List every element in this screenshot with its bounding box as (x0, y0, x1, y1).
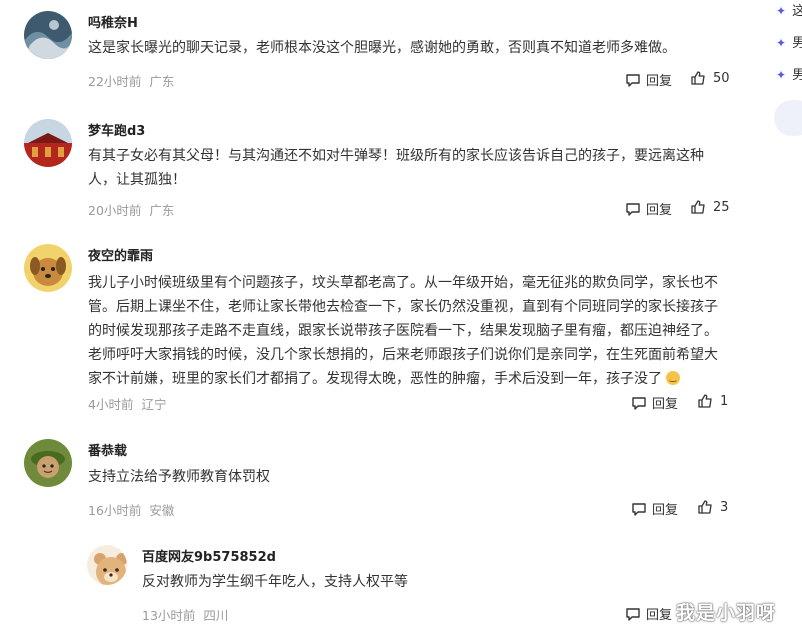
cartoon-character-avatar-icon (24, 439, 72, 487)
like-count: 3 (720, 499, 729, 515)
comment-bubble-icon (626, 202, 640, 216)
red-building-avatar-icon (24, 119, 72, 167)
comment-text-line: 我儿子小时候班级里有个问题孩子，坟头草都老高了。从一年级开始，毫无征兆的欺负同学… (88, 275, 718, 291)
comment-text-line: 管。后期上课坐不住，老师让家长带他去检查一下，家长仍然没重视，直到有个同班同学的… (88, 299, 718, 315)
reply-button[interactable]: 回复 (631, 393, 678, 412)
comment-bubble-icon (632, 502, 646, 516)
reply-button[interactable]: 回复 (625, 604, 672, 623)
thumbs-up-icon (698, 394, 712, 408)
comment-text-line: 老师呼吁大家捐钱的时候，没几个家长想捐的，后来老师跟孩子们说你们是亲同学，在生死… (88, 347, 718, 363)
smile-emoji-icon (666, 371, 680, 385)
side-list-item[interactable]: ✦ 这 (776, 0, 802, 19)
comment-bubble-icon (632, 396, 646, 410)
comment-location: 广东 (149, 74, 175, 89)
username[interactable]: 番恭载 (88, 440, 127, 459)
username[interactable]: 百度网友9b575852d (142, 546, 276, 565)
like-count: 50 (713, 70, 730, 86)
comment-meta: 4小时前 辽宁 (88, 394, 166, 413)
comment-text-fragment: 家不计前嫌，班里的家长们才都捐了。发现得太晚，恶性的肿瘤，手术后没到一年，孩子没… (88, 371, 662, 387)
user-avatar[interactable] (24, 119, 72, 167)
username[interactable]: 梦车跑d3 (88, 120, 145, 139)
comment-time: 22小时前 (88, 74, 142, 89)
sparkle-icon: ✦ (776, 4, 787, 18)
like-button[interactable]: 1 (697, 393, 728, 409)
comment-time: 20小时前 (88, 203, 142, 218)
sea-wave-avatar-icon (24, 11, 72, 59)
side-list-item[interactable]: ✦ 男 (776, 64, 802, 83)
comment-text: 这是家长曝光的聊天记录，老师根本没这个胆曝光，感谢她的勇敢，否则真不知道老师多难… (88, 40, 676, 56)
user-avatar[interactable] (24, 244, 72, 292)
comment-meta: 16小时前 安徽 (88, 500, 174, 519)
sparkle-icon: ✦ (776, 68, 787, 82)
side-panel: ✦ 这 ✦ 男 ✦ 男 (770, 0, 802, 140)
username[interactable]: 吗稚奈H (88, 12, 138, 31)
reply-button[interactable]: 回复 (625, 199, 672, 218)
user-avatar[interactable] (24, 11, 72, 59)
reply-button[interactable]: 回复 (631, 499, 678, 518)
reply-label: 回复 (646, 203, 673, 218)
comment-location: 广东 (149, 203, 175, 218)
reply-label: 回复 (652, 397, 679, 412)
username[interactable]: 夜空的霏雨 (88, 245, 153, 264)
like-button[interactable]: 50 (690, 70, 730, 86)
comment-bubble-icon (626, 607, 640, 621)
comment-meta: 20小时前 广东 (88, 200, 174, 219)
comment-time: 13小时前 (142, 608, 196, 623)
bear-avatar-icon (87, 545, 127, 585)
like-button[interactable]: 3 (697, 499, 728, 515)
reply-label: 回复 (646, 74, 673, 89)
sparkle-icon: ✦ (776, 36, 787, 50)
comment-time: 4小时前 (88, 397, 134, 412)
comment-location: 四川 (203, 608, 229, 623)
comment-location: 安徽 (149, 503, 175, 518)
user-avatar[interactable] (24, 439, 72, 487)
comment-time: 16小时前 (88, 503, 142, 518)
reply-label: 回复 (646, 608, 673, 623)
comment-meta: 22小时前 广东 (88, 71, 174, 90)
side-panel-button[interactable] (774, 100, 802, 136)
comment-text: 反对教师为学生纲千年吃人，支持人权平等 (142, 574, 408, 590)
dog-avatar-icon (24, 244, 72, 292)
comment-text-line: 人，让其孤独！ (88, 172, 186, 188)
comment-text-line: 有其子女必有其父母！与其沟通还不如对牛弹琴！班级所有的家长应该告诉自己的孩子，要… (88, 148, 704, 164)
like-button[interactable]: 25 (690, 199, 730, 215)
watermark: 我是小羽呀 (676, 602, 777, 624)
thumbs-up-icon (691, 71, 705, 85)
comment-text: 我儿子小时候班级里有个问题孩子，坟头草都老高了。从一年级开始，毫无征兆的欺负同学… (88, 271, 718, 391)
thumbs-up-icon (698, 500, 712, 514)
comment-bubble-icon (626, 73, 640, 87)
comment-text-line: 的时候发现那孩子走路不走直线，跟家长说带孩子医院看一下，结果发现脑子里有瘤，都压… (88, 323, 718, 339)
comment-text: 支持立法给予教师教育体罚权 (88, 469, 270, 485)
side-list-item[interactable]: ✦ 男 (776, 32, 802, 51)
comment-meta: 13小时前 四川 (142, 605, 228, 624)
reply-button[interactable]: 回复 (625, 70, 672, 89)
thumbs-up-icon (691, 200, 705, 214)
like-count: 25 (713, 199, 730, 215)
user-avatar[interactable] (87, 545, 127, 585)
comment-text: 有其子女必有其父母！与其沟通还不如对牛弹琴！班级所有的家长应该告诉自己的孩子，要… (88, 144, 704, 192)
like-count: 1 (720, 393, 729, 409)
comment-text-line: 家不计前嫌，班里的家长们才都捐了。发现得太晚，恶性的肿瘤，手术后没到一年，孩子没… (88, 367, 718, 391)
reply-label: 回复 (652, 503, 679, 518)
comment-location: 辽宁 (141, 397, 167, 412)
